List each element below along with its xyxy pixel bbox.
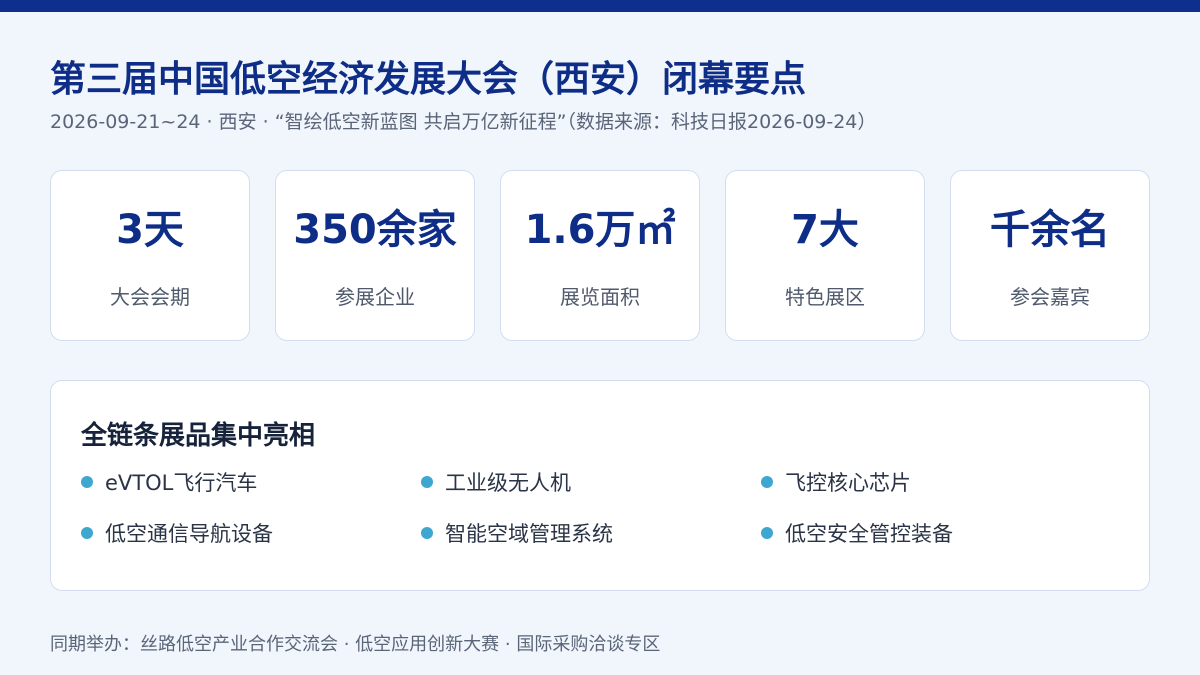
exhibit-item: 飞控核心芯片 <box>761 467 911 497</box>
stat-card-zones: 7大 特色展区 <box>725 170 925 341</box>
footer-note: 同期举办：丝路低空产业合作交流会 · 低空应用创新大赛 · 国际采购洽谈专区 <box>50 634 661 655</box>
exhibits-heading: 全链条展品集中亮相 <box>81 421 316 451</box>
exhibit-item: 工业级无人机 <box>421 467 571 497</box>
top-accent-bar <box>0 0 1200 12</box>
bullet-dot-icon <box>81 527 93 539</box>
exhibit-item: 低空安全管控装备 <box>761 518 953 548</box>
bullet-dot-icon <box>421 476 433 488</box>
bullet-dot-icon <box>761 527 773 539</box>
page-title: 第三届中国低空经济发展大会（西安）闭幕要点 <box>50 59 807 100</box>
exhibit-item-label: 低空安全管控装备 <box>785 522 953 546</box>
exhibit-item-label: eVTOL飞行汽车 <box>105 471 258 495</box>
exhibit-item: 低空通信导航设备 <box>81 518 273 548</box>
bullet-dot-icon <box>421 527 433 539</box>
exhibit-item: 智能空域管理系统 <box>421 518 613 548</box>
stats-row: 3天 大会会期 350余家 参展企业 1.6万㎡ 展览面积 7大 特色展区 千余… <box>50 170 1150 341</box>
stat-card-guests: 千余名 参会嘉宾 <box>950 170 1150 341</box>
stat-value: 3天 <box>116 207 184 253</box>
stat-label: 特色展区 <box>785 285 865 309</box>
exhibit-item-label: 智能空域管理系统 <box>445 522 613 546</box>
exhibit-item-label: 低空通信导航设备 <box>105 522 273 546</box>
stat-card-duration: 3天 大会会期 <box>50 170 250 341</box>
stat-value: 350余家 <box>293 207 457 253</box>
stat-card-area: 1.6万㎡ 展览面积 <box>500 170 700 341</box>
stat-label: 展览面积 <box>560 285 640 309</box>
stat-label: 参会嘉宾 <box>1010 285 1090 309</box>
exhibit-item-label: 工业级无人机 <box>445 471 571 495</box>
stat-label: 大会会期 <box>110 285 190 309</box>
stat-label: 参展企业 <box>335 285 415 309</box>
page-subtitle: 2026-09-21~24 · 西安 · “智绘低空新蓝图 共启万亿新征程”（数… <box>50 111 877 133</box>
stat-value: 1.6万㎡ <box>524 207 676 253</box>
bullet-dot-icon <box>81 476 93 488</box>
stat-value: 7大 <box>791 207 859 253</box>
exhibit-item-label: 飞控核心芯片 <box>785 471 911 495</box>
exhibits-panel: 全链条展品集中亮相 eVTOL飞行汽车 工业级无人机 飞控核心芯片 低空通信导航… <box>50 380 1150 591</box>
bullet-dot-icon <box>761 476 773 488</box>
stat-value: 千余名 <box>990 207 1110 253</box>
exhibit-item: eVTOL飞行汽车 <box>81 467 257 497</box>
stat-card-exhibitors: 350余家 参展企业 <box>275 170 475 341</box>
